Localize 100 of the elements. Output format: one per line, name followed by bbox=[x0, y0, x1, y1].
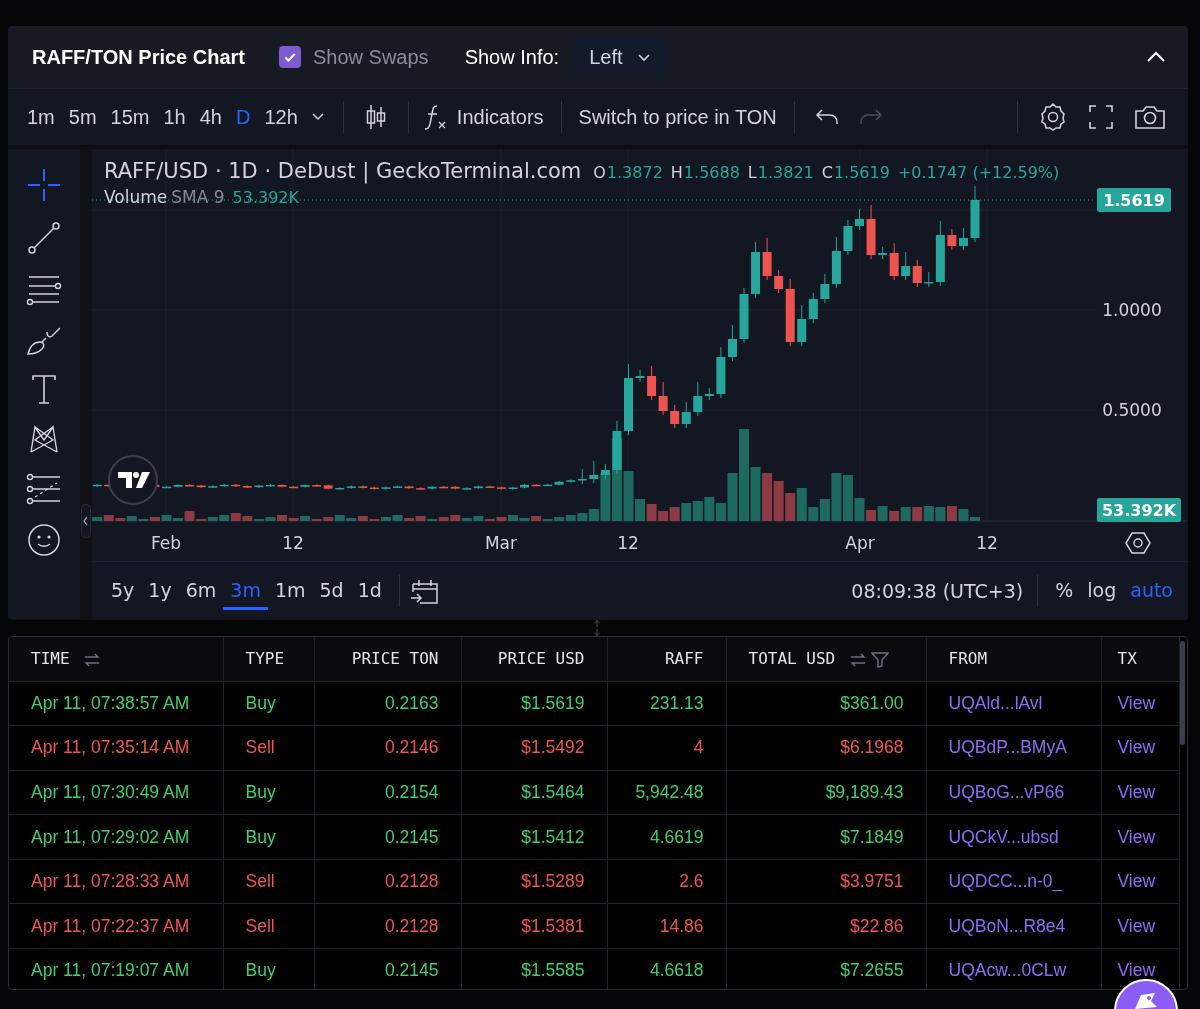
view-link[interactable]: View bbox=[1117, 737, 1156, 758]
volume-legend-name: Volume bbox=[104, 187, 168, 207]
show-info-dropdown[interactable]: Left bbox=[573, 36, 669, 78]
column-header: TIME bbox=[9, 637, 223, 681]
view-link[interactable]: View bbox=[1117, 871, 1156, 892]
ohlc-value: C1.5619 bbox=[821, 163, 890, 182]
amount-cell: 14.86 bbox=[607, 903, 726, 949]
ohlc-value: H1.5688 bbox=[670, 163, 740, 182]
scale-option-button[interactable]: auto bbox=[1123, 572, 1180, 610]
range-button[interactable]: 1y bbox=[141, 572, 179, 610]
address-link[interactable]: UQBoG...vP66 bbox=[948, 782, 1065, 802]
interval-button[interactable]: 5m bbox=[61, 99, 104, 135]
price-usd-cell: $1.5619 bbox=[461, 681, 607, 726]
volume-badge: 53.392K bbox=[1097, 498, 1181, 522]
interval-button[interactable]: 12h bbox=[257, 99, 305, 135]
time-axis-label: 12 bbox=[976, 533, 998, 553]
address-link[interactable]: UQAcw...0CLw bbox=[948, 960, 1067, 981]
time-axis-label: Feb bbox=[150, 533, 182, 553]
total-usd-cell: $361.00 bbox=[726, 681, 926, 726]
ohlc-value: O1.3872 bbox=[593, 163, 663, 182]
range-button[interactable]: 6m bbox=[178, 572, 224, 610]
clock-time: 08:09:38 (UTC+3) bbox=[851, 580, 1024, 602]
amount-cell: 5,942.48 bbox=[607, 770, 726, 815]
show-swaps-label: Show Swaps bbox=[313, 45, 429, 69]
time-cell: Apr 11, 07:28:33 AM bbox=[9, 859, 223, 904]
time-cell: Apr 11, 07:22:37 AM bbox=[9, 903, 223, 949]
last-price-badge: 1.5619 bbox=[1097, 188, 1171, 212]
price-usd-cell: $1.5464 bbox=[461, 770, 607, 815]
time-cell: Apr 11, 07:19:07 AM bbox=[9, 948, 223, 989]
price-ton-cell: 0.2128 bbox=[314, 903, 461, 949]
time-axis-label: 12 bbox=[617, 533, 639, 553]
total-usd-cell: $3.9751 bbox=[726, 859, 926, 904]
time-axis-label: 12 bbox=[282, 533, 304, 553]
range-button[interactable]: 5y bbox=[104, 572, 142, 610]
volume-legend-value: 53.392K bbox=[232, 188, 300, 207]
amount-cell: 231.13 bbox=[607, 681, 726, 726]
address-link[interactable]: UQDCC...n-0_ bbox=[948, 871, 1063, 892]
range-button[interactable]: 5d bbox=[312, 572, 351, 610]
total-usd-cell: $7.2655 bbox=[726, 948, 926, 989]
switch-price-button[interactable]: Switch to price in TON bbox=[571, 99, 784, 135]
range-button[interactable]: 1m bbox=[267, 572, 313, 610]
column-header: TYPE bbox=[223, 637, 314, 681]
address-link[interactable]: UQBdP...BMyA bbox=[948, 737, 1067, 758]
price-change: +0.1747 (+12.59%) bbox=[897, 163, 1060, 182]
time-cell: Apr 11, 07:38:57 AM bbox=[9, 681, 223, 726]
view-link[interactable]: View bbox=[1117, 692, 1156, 713]
interval-button[interactable]: 1h bbox=[156, 99, 193, 135]
symbol-legend: RAFF/USD · 1D · DeDust | GeckoTerminal.com bbox=[104, 159, 582, 183]
type-cell: Sell bbox=[223, 859, 314, 904]
price-ton-cell: 0.2128 bbox=[314, 859, 461, 904]
total-usd-cell: $6.1968 bbox=[726, 725, 926, 771]
time-cell: Apr 11, 07:30:49 AM bbox=[9, 770, 223, 815]
time-axis-label: Apr bbox=[845, 533, 875, 553]
ohlc-value: L1.3821 bbox=[747, 163, 814, 182]
time-cell: Apr 11, 07:35:14 AM bbox=[9, 725, 223, 771]
price-usd-cell: $1.5412 bbox=[461, 814, 607, 860]
view-link[interactable]: View bbox=[1117, 826, 1156, 847]
interval-button[interactable]: 15m bbox=[103, 99, 157, 135]
column-header: TOTAL USD bbox=[726, 637, 926, 681]
price-ton-cell: 0.2146 bbox=[314, 725, 461, 771]
amount-cell: 4.6619 bbox=[607, 814, 726, 860]
type-cell: Sell bbox=[223, 725, 314, 771]
type-cell: Buy bbox=[223, 814, 314, 860]
range-button[interactable]: 1d bbox=[350, 572, 389, 610]
column-header: PRICE TON bbox=[314, 637, 461, 681]
price-ton-cell: 0.2163 bbox=[314, 681, 461, 726]
address-link[interactable]: UQCkV...ubsd bbox=[948, 826, 1059, 847]
interval-button[interactable]: 4h bbox=[192, 99, 229, 135]
price-axis-label: 0.5000 bbox=[1102, 400, 1162, 420]
show-info-label: Show Info: bbox=[464, 45, 560, 69]
column-header: PRICE USD bbox=[461, 637, 607, 681]
time-axis-label: Mar bbox=[484, 533, 518, 553]
view-link[interactable]: View bbox=[1117, 782, 1156, 802]
scale-option-button[interactable]: log bbox=[1080, 572, 1124, 610]
type-cell: Buy bbox=[223, 681, 314, 726]
address-link[interactable]: UQAld...lAvl bbox=[948, 692, 1043, 713]
address-link[interactable]: UQBoN...R8e4 bbox=[948, 915, 1066, 936]
view-link[interactable]: View bbox=[1117, 915, 1156, 936]
column-header: TX bbox=[1101, 637, 1179, 681]
view-link[interactable]: View bbox=[1117, 960, 1156, 981]
type-cell: Sell bbox=[223, 903, 314, 949]
interval-button[interactable]: D bbox=[229, 99, 258, 135]
indicators-button[interactable]: Indicators bbox=[418, 97, 551, 137]
price-ton-cell: 0.2154 bbox=[314, 770, 461, 815]
scale-option-button[interactable]: % bbox=[1048, 572, 1081, 610]
amount-cell: 4.6618 bbox=[607, 948, 726, 989]
price-axis-label: 1.0000 bbox=[1102, 300, 1162, 320]
column-header: FROM bbox=[926, 637, 1101, 681]
type-cell: Buy bbox=[223, 948, 314, 989]
total-usd-cell: $9,189.43 bbox=[726, 770, 926, 815]
price-ton-cell: 0.2145 bbox=[314, 948, 461, 989]
price-usd-cell: $1.5289 bbox=[461, 859, 607, 904]
total-usd-cell: $7.1849 bbox=[726, 814, 926, 860]
chart-title: RAFF/TON Price Chart bbox=[32, 45, 245, 69]
price-usd-cell: $1.5492 bbox=[461, 725, 607, 771]
interval-button[interactable]: 1m bbox=[20, 99, 62, 135]
range-button[interactable]: 3m bbox=[223, 572, 268, 610]
price-usd-cell: $1.5585 bbox=[461, 948, 607, 989]
time-cell: Apr 11, 07:29:02 AM bbox=[9, 814, 223, 860]
column-header: RAFF bbox=[607, 637, 726, 681]
